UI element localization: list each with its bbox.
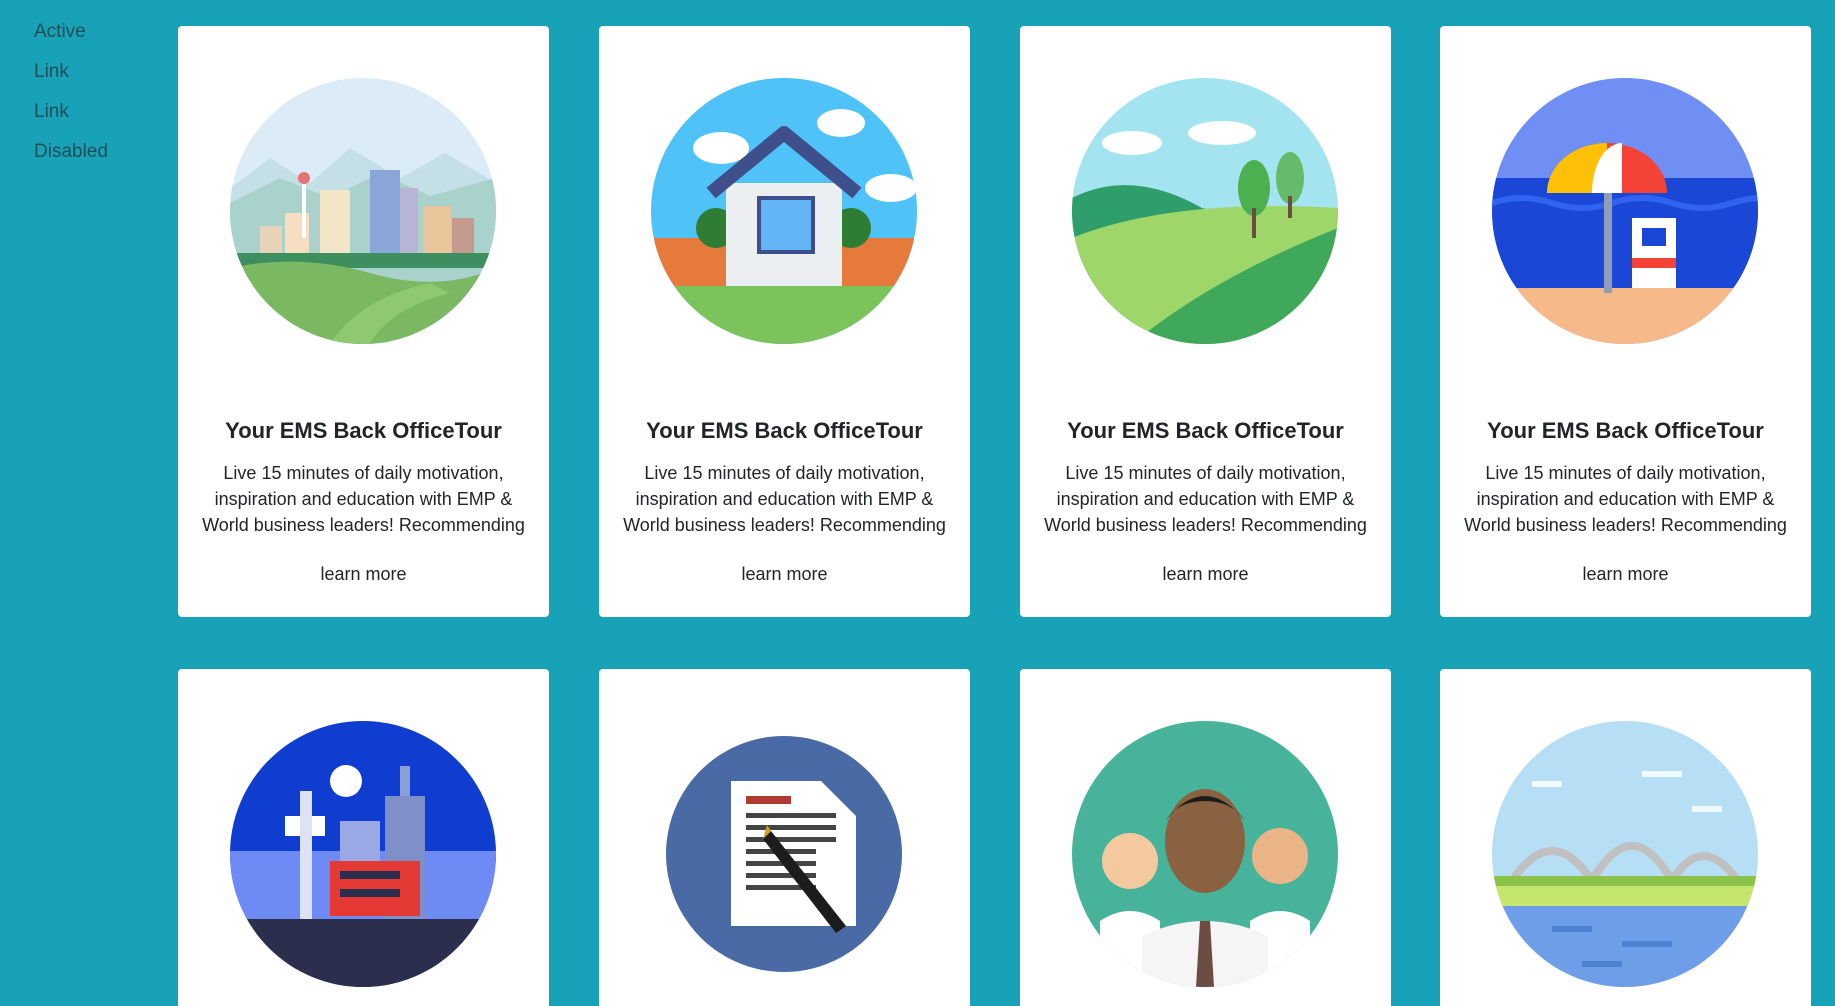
city-skyline-illustration: [230, 78, 496, 344]
card-text: Live 15 minutes of daily motivation, ins…: [1464, 463, 1787, 535]
page: Active Link Link Disabled Your EMS Back …: [0, 0, 1835, 1006]
night-city-tower-illustration: [230, 721, 496, 987]
course-card: Your EMS Back OfficeTour Live 15 minutes…: [599, 26, 970, 617]
course-card: Your EMS Back OfficeTour Live 15 minutes…: [1020, 26, 1391, 617]
beach-umbrella-illustration: [1492, 78, 1758, 344]
nav-link-disabled: Disabled: [34, 141, 108, 162]
landscape-hills-illustration: [1072, 78, 1338, 344]
document-pen-illustration: [666, 736, 902, 972]
house-illustration: [651, 78, 917, 344]
card-title: Your EMS Back OfficeTour: [225, 418, 502, 443]
course-card: [1020, 669, 1391, 1006]
card-text: Live 15 minutes of daily motivation, ins…: [623, 463, 946, 535]
course-card: [1440, 669, 1811, 1006]
card-title: Your EMS Back OfficeTour: [1067, 418, 1344, 443]
learn-more-link[interactable]: learn more: [178, 564, 549, 585]
card-title: Your EMS Back OfficeTour: [1487, 418, 1764, 443]
course-card: [178, 669, 549, 1006]
bridge-river-illustration: [1492, 721, 1758, 987]
course-card: Your EMS Back OfficeTour Live 15 minutes…: [178, 26, 549, 617]
nav-link-active[interactable]: Active: [0, 12, 160, 52]
business-team-illustration: [1072, 721, 1338, 987]
card-text: Live 15 minutes of daily motivation, ins…: [202, 463, 525, 535]
learn-more-link[interactable]: learn more: [599, 564, 970, 585]
learn-more-link[interactable]: learn more: [1020, 564, 1391, 585]
sidebar-nav: Active Link Link Disabled: [0, 0, 160, 172]
course-card: [599, 669, 970, 1006]
nav-link-1[interactable]: Link: [0, 52, 160, 92]
nav-link-2[interactable]: Link: [0, 92, 160, 132]
course-card: Your EMS Back OfficeTour Live 15 minutes…: [1440, 26, 1811, 617]
card-text: Live 15 minutes of daily motivation, ins…: [1044, 463, 1367, 535]
card-title: Your EMS Back OfficeTour: [646, 418, 923, 443]
learn-more-link[interactable]: learn more: [1440, 564, 1811, 585]
